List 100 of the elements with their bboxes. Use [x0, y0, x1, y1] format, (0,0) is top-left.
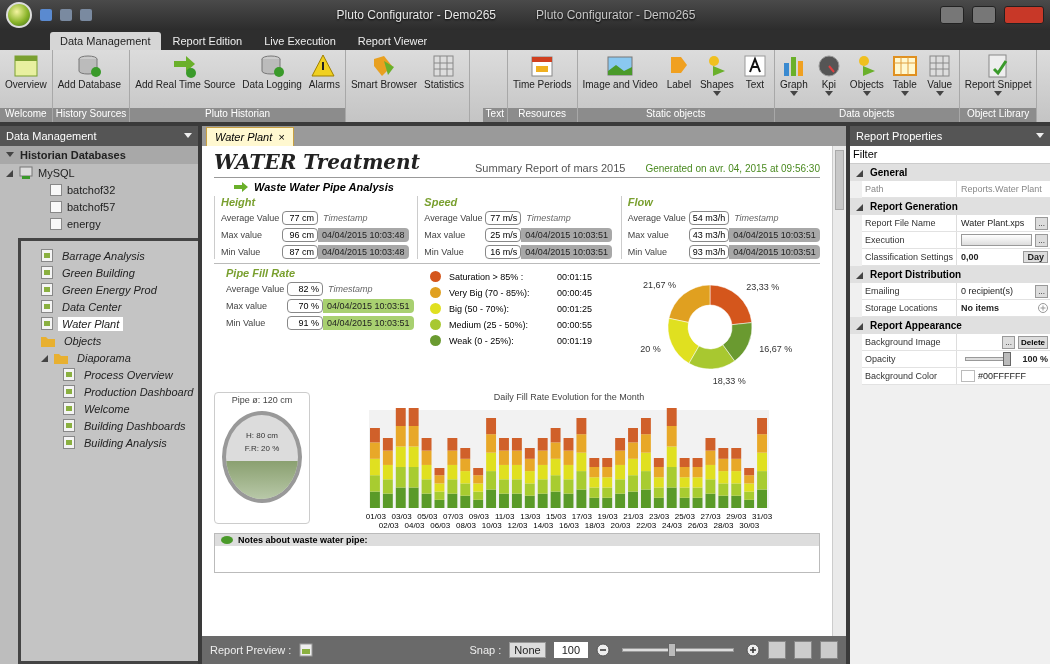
ribbon-button[interactable]: Objects: [847, 52, 886, 99]
ribbon-button[interactable]: Graph: [777, 52, 810, 99]
caret-icon[interactable]: [712, 90, 721, 98]
field-label: Average Value: [424, 213, 481, 223]
legend-label: Medium (25 - 50%):: [448, 319, 529, 330]
slice-label: 20 %: [640, 343, 661, 354]
browse-button[interactable]: ...: [1035, 233, 1048, 247]
add-icon[interactable]: [1038, 303, 1048, 313]
delete-button[interactable]: Delete: [1018, 335, 1048, 349]
expander-icon[interactable]: [6, 168, 14, 177]
tree-item[interactable]: Objects: [60, 333, 106, 348]
ribbon-button[interactable]: Label: [662, 52, 695, 91]
tree-item[interactable]: Barrage Analysis: [58, 248, 149, 263]
axis-label: 09/03: [467, 512, 490, 521]
ribbon-button[interactable]: Image and Video: [580, 52, 660, 91]
caret-icon[interactable]: [824, 90, 833, 98]
caret-icon[interactable]: [900, 90, 909, 98]
caret-icon[interactable]: [935, 90, 944, 98]
tree-item[interactable]: Process Overview: [80, 367, 177, 382]
property-name: Report File Name: [864, 218, 937, 228]
tree-item[interactable]: Welcome: [80, 401, 134, 416]
field-label: Min Value: [424, 247, 465, 257]
caret-icon[interactable]: [789, 90, 798, 98]
tree-item[interactable]: Water Plant: [58, 316, 124, 331]
zoom-field[interactable]: 100: [553, 642, 588, 658]
execution-dropdown[interactable]: [961, 234, 1033, 246]
axis-label: 25/03: [673, 512, 696, 521]
snap-dropdown[interactable]: None: [509, 642, 546, 658]
slider-thumb[interactable]: [668, 643, 677, 657]
collapse-icon[interactable]: [856, 168, 864, 177]
close-icon[interactable]: ×: [278, 131, 285, 143]
ribbon-tab[interactable]: Report Edition: [162, 32, 253, 50]
property-name: Background Image: [864, 337, 942, 347]
axis-label: 06/03: [429, 521, 452, 530]
tree-item[interactable]: MySQL: [38, 166, 75, 179]
axis-label: 15/03: [545, 512, 568, 521]
zoom-in-icon[interactable]: [746, 643, 760, 657]
tree-item[interactable]: Green Building: [58, 265, 139, 280]
ribbon-button[interactable]: Add Real Time Source: [133, 52, 238, 91]
ribbon-button[interactable]: Shapes: [697, 52, 736, 99]
collapse-icon[interactable]: [856, 270, 864, 279]
value-field: 87 cm: [282, 245, 318, 259]
property-value: No items: [961, 303, 1000, 313]
collapse-icon[interactable]: [856, 321, 864, 330]
value-field: 70 %: [287, 299, 323, 313]
ribbon-tab[interactable]: Data Management: [50, 32, 161, 50]
ribbon-tab[interactable]: Report Viewer: [347, 32, 438, 50]
ribbon-button[interactable]: Add Database: [55, 52, 124, 91]
pin-icon[interactable]: [184, 132, 192, 140]
browse-button[interactable]: ...: [1035, 216, 1048, 230]
unit-dropdown[interactable]: Day: [1023, 251, 1048, 263]
tree-item[interactable]: batchof32: [67, 183, 116, 196]
minimize-button[interactable]: [940, 6, 964, 24]
slider-thumb[interactable]: [1003, 352, 1011, 366]
ribbon-button[interactable]: Data Logging: [240, 52, 304, 91]
image-icon[interactable]: [299, 643, 314, 657]
ribbon-button[interactable]: Kpi: [812, 52, 845, 99]
zoom-out-icon[interactable]: [596, 643, 610, 657]
filter-field[interactable]: Filter: [850, 146, 1050, 164]
ribbon-button[interactable]: Text: [738, 52, 771, 91]
tree-item[interactable]: Green Energy Prod: [58, 282, 161, 297]
ribbon-button[interactable]: Statistics: [422, 52, 467, 91]
tree-item[interactable]: energy: [67, 217, 101, 230]
color-swatch[interactable]: [961, 370, 975, 382]
maximize-button[interactable]: [972, 6, 996, 24]
ribbon-button[interactable]: Value: [923, 52, 956, 99]
browse-button[interactable]: ...: [1002, 335, 1015, 349]
scrollbar[interactable]: [832, 146, 846, 636]
folder-icon: [54, 351, 68, 364]
tree-item[interactable]: Building Analysis: [80, 435, 171, 450]
close-button[interactable]: [1004, 6, 1044, 24]
tree-item[interactable]: Production Dashboard: [80, 384, 198, 399]
category-title: Report Generation: [870, 201, 958, 212]
spin-field[interactable]: 0,00: [961, 252, 1021, 262]
expander-icon[interactable]: [41, 353, 49, 362]
axis-label: 11/03: [493, 512, 516, 521]
ribbon-button[interactable]: Smart Browser: [348, 52, 420, 91]
browse-button[interactable]: ...: [1035, 284, 1048, 298]
ribbon-button[interactable]: Alarms: [306, 52, 342, 91]
pin-icon[interactable]: [1036, 132, 1044, 140]
tree-item[interactable]: Diaporama: [73, 350, 135, 365]
ribbon-button[interactable]: Time Periods: [510, 52, 574, 91]
tree-item[interactable]: Building Dashboards: [80, 418, 190, 433]
caret-icon[interactable]: [862, 90, 871, 98]
collapse-icon[interactable]: [6, 151, 14, 159]
arrow-icon: [234, 182, 248, 192]
document-tab[interactable]: Water Plant ×: [206, 127, 294, 146]
collapse-icon[interactable]: [856, 202, 864, 211]
app-menu-button[interactable]: [6, 2, 32, 28]
height-reading: H: 80 cm: [246, 431, 278, 440]
tree-item[interactable]: batchof57: [67, 200, 116, 213]
tree-item[interactable]: Data Center: [58, 299, 126, 314]
database-icon: [75, 53, 104, 79]
ribbon-button[interactable]: Report Snippet: [962, 52, 1034, 99]
caret-icon[interactable]: [994, 90, 1003, 98]
ribbon-tab[interactable]: Live Execution: [254, 32, 346, 50]
ribbon-button[interactable]: Overview: [3, 52, 49, 91]
axis-label: 05/03: [416, 512, 439, 521]
ribbon-button[interactable]: Table: [888, 52, 921, 99]
group-label: Welcome: [0, 108, 52, 122]
